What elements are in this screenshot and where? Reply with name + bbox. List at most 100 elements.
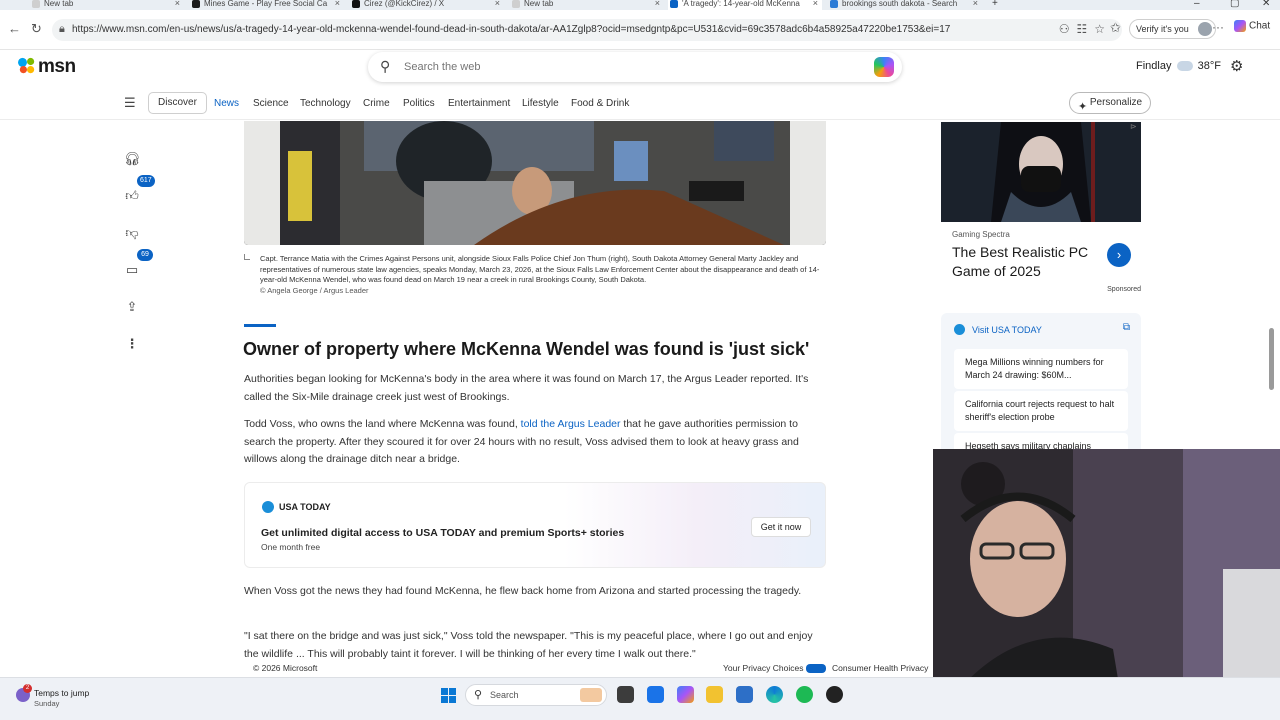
tab-close-icon[interactable]: × xyxy=(335,0,340,8)
tab-close-icon[interactable]: × xyxy=(655,0,660,8)
profile-verify-button[interactable]: Verify it's you xyxy=(1129,19,1216,39)
ad-source: Gaming Spectra xyxy=(952,230,1010,239)
obs-icon[interactable] xyxy=(826,686,843,703)
back-icon[interactable]: ← xyxy=(8,21,21,36)
list-item[interactable]: California court rejects request to halt… xyxy=(954,391,1128,431)
consumer-health-privacy-link[interactable]: Consumer Health Privacy xyxy=(832,663,928,673)
windows-start-icon[interactable] xyxy=(441,688,456,703)
usatoday-feed-card: Visit USA TODAY ⧉ Mega Millions winning … xyxy=(941,313,1141,463)
category-nav: ☰ Discover News Science Technology Crime… xyxy=(0,88,1280,120)
like-button[interactable]: 👍︎ 617 xyxy=(118,175,155,210)
minimize-icon[interactable]: – xyxy=(1194,0,1200,9)
nav-item-politics[interactable]: Politics xyxy=(403,98,435,109)
extension-icon[interactable]: ⚇ xyxy=(1059,22,1077,36)
comments-button[interactable]: ▭ 69 xyxy=(118,249,153,284)
scrollbar-thumb[interactable] xyxy=(1269,328,1274,390)
avatar xyxy=(1197,22,1212,36)
tab-close-icon[interactable]: × xyxy=(973,0,978,8)
nav-item-technology[interactable]: Technology xyxy=(300,98,351,109)
ad-title[interactable]: The Best Realistic PC Game of 2025 xyxy=(952,243,1102,281)
favorites-icon[interactable]: ✩ xyxy=(1110,20,1121,36)
nav-item-lifestyle[interactable]: Lifestyle xyxy=(522,98,559,109)
lock-icon: 🔒︎ xyxy=(59,23,65,35)
promo-brand: USA TODAY xyxy=(279,502,331,512)
maximize-icon[interactable]: ▢ xyxy=(1230,0,1239,9)
dislike-button[interactable]: 👎︎ xyxy=(118,219,146,247)
msn-butterfly-icon xyxy=(18,57,35,74)
personalize-button[interactable]: ✦ Personalize xyxy=(1069,92,1151,114)
privacy-choices-link[interactable]: Your Privacy Choices xyxy=(723,663,827,674)
list-item[interactable]: Mega Millions winning numbers for March … xyxy=(954,349,1128,389)
address-bar[interactable]: 🔒︎ https://www.msn.com/en-us/news/us/a-t… xyxy=(52,19,1122,41)
more-menu-icon[interactable]: ··· xyxy=(1212,20,1224,34)
address-row: ← ↻ 🔒︎ https://www.msn.com/en-us/news/us… xyxy=(0,10,1280,50)
search-input[interactable] xyxy=(404,58,844,76)
thumbs-down-icon: 👎︎ xyxy=(125,225,139,240)
ad-image xyxy=(941,122,1141,222)
article-paragraph: Authorities began looking for McKenna's … xyxy=(244,373,809,403)
ad-arrow-icon[interactable]: › xyxy=(1107,243,1131,267)
nav-discover[interactable]: Discover xyxy=(148,92,207,114)
caption-marker-icon xyxy=(244,254,250,260)
weather-widget[interactable]: Findlay 38°F xyxy=(1136,60,1221,72)
thumbs-up-icon: 👍︎ xyxy=(125,188,139,203)
article-paragraph: When Voss got the news they had found Mc… xyxy=(244,585,802,597)
external-link-icon[interactable]: ⧉ xyxy=(1123,322,1130,333)
tab-close-icon[interactable]: × xyxy=(813,0,818,8)
section-heading: Owner of property where McKenna Wendel w… xyxy=(243,339,810,359)
comment-count-badge: 69 xyxy=(137,249,153,261)
settings-gear-icon[interactable]: ⚙ xyxy=(1230,57,1243,75)
nav-item-food-drink[interactable]: Food & Drink xyxy=(571,98,629,109)
spotify-icon[interactable] xyxy=(796,686,813,703)
ad-choices-icon[interactable]: ⊳ xyxy=(1130,122,1137,131)
browser-tab[interactable]: New tab × xyxy=(510,0,664,10)
browser-tab[interactable]: brookings south dakota - Search × xyxy=(828,0,982,10)
copyright: © 2026 Microsoft xyxy=(253,663,318,673)
tab-close-icon[interactable]: × xyxy=(175,0,180,8)
argus-leader-link[interactable]: told the Argus Leader xyxy=(521,418,621,430)
web-search-box[interactable]: ⚲ xyxy=(368,52,902,82)
browser-tab[interactable]: Cirez (@KickCirez) / X × xyxy=(350,0,504,10)
store-icon[interactable] xyxy=(736,686,753,703)
get-it-now-button[interactable]: Get it now xyxy=(751,517,811,537)
listen-headphones-icon[interactable]: 🎧︎ xyxy=(118,145,146,173)
ad-character-illustration xyxy=(941,122,1141,222)
tab-favicon-icon xyxy=(192,0,200,8)
promo-title: Get unlimited digital access to USA TODA… xyxy=(261,527,625,539)
hamburger-menu-icon[interactable]: ☰ xyxy=(124,95,136,111)
tab-close-icon[interactable]: × xyxy=(495,0,500,8)
usatoday-subscription-promo: USA TODAY Get unlimited digital access t… xyxy=(244,482,826,568)
copilot-chat-button[interactable]: Chat xyxy=(1234,20,1270,32)
promo-subtitle: One month free xyxy=(261,542,321,552)
outlook-icon[interactable] xyxy=(647,686,664,703)
msn-logo[interactable]: msn xyxy=(18,56,76,78)
reader-icon[interactable]: ☷ xyxy=(1076,22,1094,36)
copilot-app-icon[interactable] xyxy=(677,686,694,703)
nav-item-news[interactable]: News xyxy=(214,98,239,109)
visit-usatoday-link[interactable]: Visit USA TODAY xyxy=(972,325,1042,335)
sponsored-ad[interactable]: Gaming Spectra The Best Realistic PC Gam… xyxy=(941,122,1141,296)
refresh-icon[interactable]: ↻ xyxy=(31,21,42,37)
file-explorer-icon[interactable] xyxy=(706,686,723,703)
tab-favicon-icon xyxy=(512,0,520,8)
search-highlight-art xyxy=(580,688,602,702)
nav-item-entertainment[interactable]: Entertainment xyxy=(448,98,510,109)
browser-tab[interactable]: New tab × xyxy=(30,0,184,10)
taskbar-search-box[interactable]: ⚲ Search xyxy=(465,684,607,706)
more-options-icon[interactable]: ⋮ xyxy=(118,330,146,358)
copilot-search-icon[interactable] xyxy=(874,57,894,77)
close-window-icon[interactable]: ✕ xyxy=(1262,0,1270,9)
copilot-icon xyxy=(1234,20,1246,32)
new-tab-icon[interactable]: + xyxy=(992,0,998,9)
browser-tab-active[interactable]: 'A tragedy': 14-year-old McKenna × xyxy=(668,0,822,10)
nav-item-science[interactable]: Science xyxy=(253,98,289,109)
share-icon[interactable]: ⇪ xyxy=(118,293,146,321)
url-text[interactable]: https://www.msn.com/en-us/news/us/a-trag… xyxy=(72,24,1032,35)
browser-tab[interactable]: Mines Game - Play Free Social Ca × xyxy=(190,0,344,10)
article-hero-image xyxy=(244,121,826,245)
task-view-icon[interactable] xyxy=(617,686,634,703)
image-credit: © Angela George / Argus Leader xyxy=(260,285,369,295)
nav-item-crime[interactable]: Crime xyxy=(363,98,390,109)
edge-browser-icon[interactable] xyxy=(766,686,783,703)
article-paragraph: "I sat there on the bridge and was just … xyxy=(244,630,813,659)
